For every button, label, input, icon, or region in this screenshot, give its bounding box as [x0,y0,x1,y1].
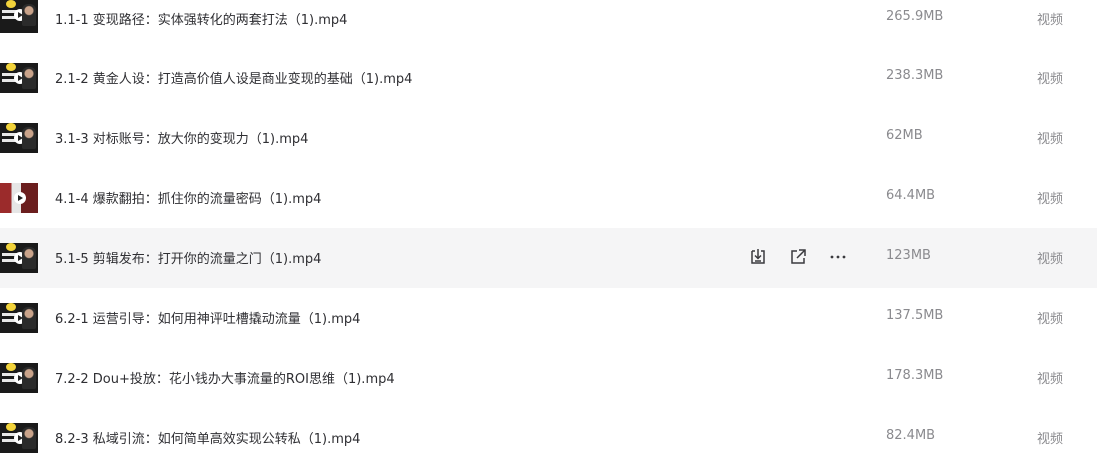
file-size: 62MB [886,128,923,143]
file-type: 视频 [1037,372,1064,387]
video-thumbnail [0,243,38,273]
file-size: 123MB [886,248,931,263]
file-name[interactable]: 7.2-2 Dou+投放：花小钱办大事流量的ROI思维（1).mp4 [55,368,395,387]
more-icon[interactable] [828,247,848,267]
file-size: 137.5MB [886,308,944,323]
file-name[interactable]: 5.1-5 剪辑发布：打开你的流量之门（1).mp4 [55,248,321,267]
file-type: 视频 [1037,312,1064,327]
file-row[interactable]: 4.1-4 爆款翻拍：抓住你的流量密码（1).mp4 64.4MB 视频 [0,168,1097,228]
video-thumbnail [0,423,38,453]
file-row[interactable]: 8.2-3 私域引流：如何简单高效实现公转私（1).mp4 82.4MB 视频 [0,408,1097,468]
video-thumbnail [0,183,38,213]
file-size: 238.3MB [886,68,944,83]
file-size: 82.4MB [886,428,936,443]
file-name[interactable]: 6.2-1 运营引导：如何用神评吐槽撬动流量（1).mp4 [55,308,360,327]
file-list: 1.1-1 变现路径：实体强转化的两套打法（1).mp4 265.9MB 视频 … [0,0,1097,468]
file-type: 视频 [1037,72,1064,87]
video-thumbnail [0,63,38,93]
row-actions [748,247,858,267]
file-type: 视频 [1037,432,1064,447]
file-size: 178.3MB [886,368,944,383]
file-name[interactable]: 8.2-3 私域引流：如何简单高效实现公转私（1).mp4 [55,428,360,447]
file-type: 视频 [1037,132,1064,147]
file-row[interactable]: 7.2-2 Dou+投放：花小钱办大事流量的ROI思维（1).mp4 178.3… [0,348,1097,408]
video-thumbnail [0,303,38,333]
file-size: 64.4MB [886,188,936,203]
video-thumbnail [0,363,38,393]
share-icon[interactable] [788,247,808,267]
file-name[interactable]: 2.1-2 黄金人设：打造高价值人设是商业变现的基础（1).mp4 [55,68,412,87]
file-row[interactable]: 1.1-1 变现路径：实体强转化的两套打法（1).mp4 265.9MB 视频 [0,0,1097,48]
file-row[interactable]: 6.2-1 运营引导：如何用神评吐槽撬动流量（1).mp4 137.5MB 视频 [0,288,1097,348]
file-row[interactable]: 5.1-5 剪辑发布：打开你的流量之门（1).mp4 123MB 视频 [0,228,1097,288]
file-name[interactable]: 4.1-4 爆款翻拍：抓住你的流量密码（1).mp4 [55,188,321,207]
download-icon[interactable] [748,247,768,267]
file-row[interactable]: 3.1-3 对标账号：放大你的变现力（1).mp4 62MB 视频 [0,108,1097,168]
video-thumbnail [0,123,38,153]
video-thumbnail [0,0,38,33]
file-type: 视频 [1037,252,1064,267]
file-name[interactable]: 3.1-3 对标账号：放大你的变现力（1).mp4 [55,128,308,147]
file-type: 视频 [1037,13,1064,28]
file-size: 265.9MB [886,9,944,24]
file-row[interactable]: 2.1-2 黄金人设：打造高价值人设是商业变现的基础（1).mp4 238.3M… [0,48,1097,108]
file-name[interactable]: 1.1-1 变现路径：实体强转化的两套打法（1).mp4 [55,9,347,28]
file-type: 视频 [1037,192,1064,207]
